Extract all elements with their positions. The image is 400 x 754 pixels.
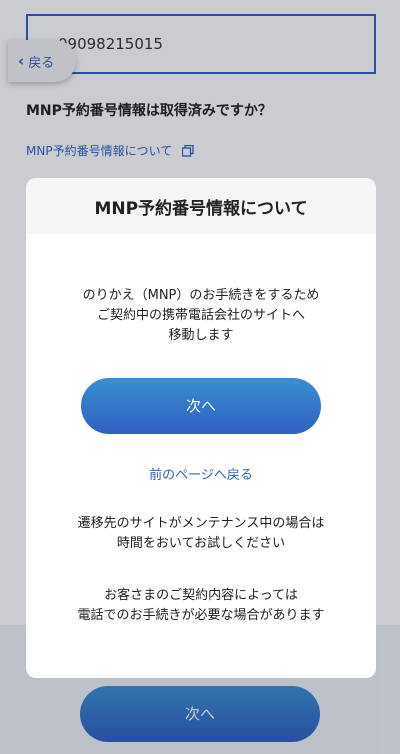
modal-message-line: ご契約中の携帯電話会社のサイトへ [96, 308, 305, 323]
next-button[interactable]: 次へ [81, 378, 321, 434]
modal-message: のりかえ（MNP）のお手続きをするため ご契約中の携帯電話会社のサイトへ 移動し… [26, 286, 376, 346]
maintenance-note: 遷移先のサイトがメンテナンス中の場合は 時間をおいてお試しください [26, 514, 376, 554]
modal-message-line: のりかえ（MNP）のお手続きをするため [82, 288, 320, 303]
mnp-info-modal: MNP予約番号情報について のりかえ（MNP）のお手続きをするため ご契約中の携… [26, 178, 376, 678]
back-to-previous-page-link[interactable]: 前のページへ戻る [26, 464, 376, 483]
modal-message-line: 移動します [168, 328, 234, 343]
modal-title: MNP予約番号情報について [94, 198, 308, 219]
contract-note-line: 電話でのお手続きが必要な場合があります [77, 608, 325, 623]
contract-note-line: お客さまのご契約内容によっては [104, 588, 298, 603]
modal-header: MNP予約番号情報について [26, 178, 376, 234]
maintenance-note-line: 時間をおいてお試しください [116, 536, 286, 551]
maintenance-note-line: 遷移先のサイトがメンテナンス中の場合は [77, 516, 325, 531]
contract-note: お客さまのご契約内容によっては 電話でのお手続きが必要な場合があります [26, 586, 376, 626]
